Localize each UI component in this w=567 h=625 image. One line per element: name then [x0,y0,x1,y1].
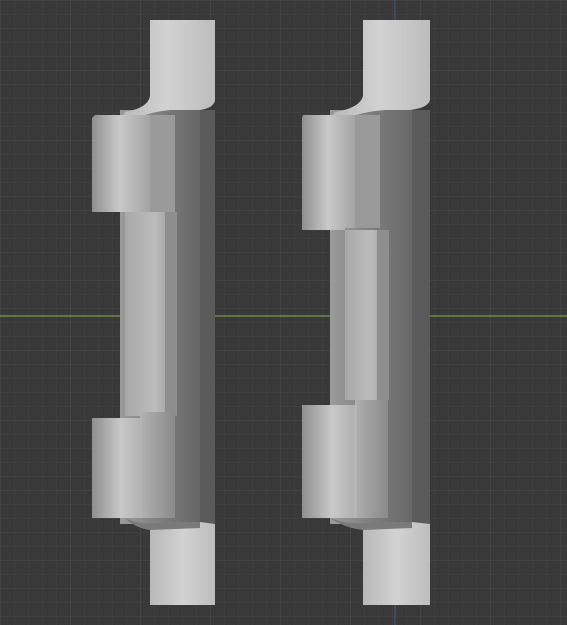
bracket-left-lower-block [92,412,175,518]
bracket-right-bottom-tab [363,522,430,605]
bracket-left-upper-block-shade [150,115,175,212]
grid-major [0,0,567,625]
bracket-left-lower-block-seam [138,418,142,518]
3d-viewport[interactable] [0,0,567,625]
bracket-right-lower-block-seam [353,405,357,518]
bracket-right-column-edge [412,110,430,524]
bracket-left-column-edge [200,110,215,524]
bracket-right-upper-block-shade [355,115,380,228]
viewport-canvas[interactable] [0,0,567,625]
bracket-right-lower-block [302,400,388,518]
bracket-left-bottom-tab [150,522,215,605]
bracket-right-middle-riser-edge [377,230,389,400]
bracket-left-middle-riser-edge [165,212,177,416]
